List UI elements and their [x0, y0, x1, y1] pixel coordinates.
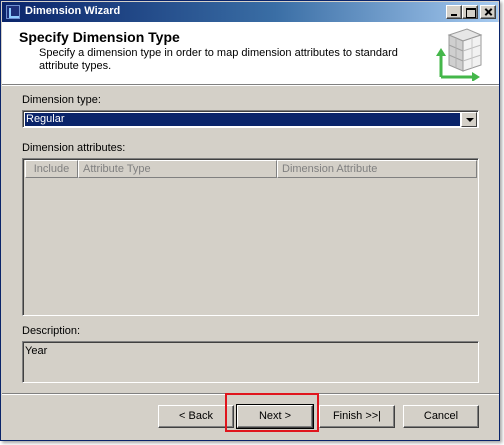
dimension-attributes-grid[interactable]: Include Attribute Type Dimension Attribu… — [22, 158, 479, 316]
cancel-button[interactable]: Cancel — [403, 405, 479, 428]
close-button[interactable] — [480, 5, 496, 19]
page-description: Specify a dimension type in order to map… — [39, 47, 398, 72]
maximize-button[interactable] — [462, 5, 478, 19]
finish-button[interactable]: Finish >>| — [319, 405, 395, 428]
app-icon — [6, 5, 20, 19]
window-title: Dimension Wizard — [25, 5, 121, 17]
column-header-dimension-attribute[interactable]: Dimension Attribute — [277, 160, 477, 178]
dimension-cube-icon — [436, 28, 483, 81]
next-button-highlight — [225, 393, 319, 432]
dimension-attributes-label: Dimension attributes: — [22, 142, 126, 154]
description-box: Year — [22, 341, 479, 383]
description-text: Year — [25, 345, 48, 357]
wizard-header: Specify Dimension Type Specify a dimensi… — [2, 22, 499, 86]
dimension-type-value[interactable]: Regular — [25, 113, 460, 126]
dimension-type-label: Dimension type: — [22, 94, 101, 106]
minimize-button[interactable] — [446, 5, 462, 19]
dimension-type-dropdown[interactable]: Regular — [22, 110, 479, 128]
column-header-include[interactable]: Include — [25, 160, 78, 178]
column-header-attribute-type[interactable]: Attribute Type — [78, 160, 277, 178]
dimension-wizard-window: Dimension Wizard Specify Dimension Type … — [0, 0, 500, 441]
title-bar[interactable]: Dimension Wizard — [2, 2, 498, 22]
chevron-down-icon[interactable] — [461, 112, 477, 127]
description-label: Description: — [22, 325, 81, 337]
page-title: Specify Dimension Type — [19, 29, 180, 45]
back-button[interactable]: < Back — [158, 405, 234, 428]
